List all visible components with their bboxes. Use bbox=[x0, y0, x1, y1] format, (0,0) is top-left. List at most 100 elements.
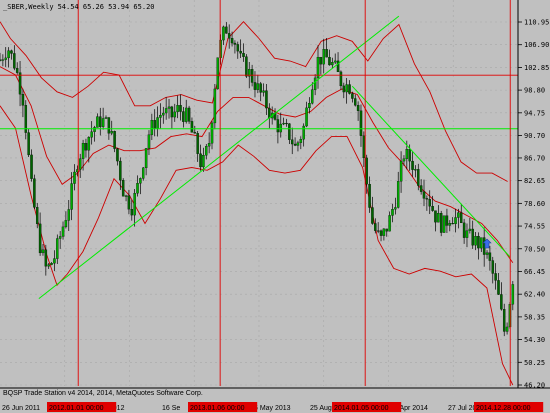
candle-body bbox=[394, 207, 397, 210]
candle-body bbox=[81, 143, 85, 159]
candle-body bbox=[64, 220, 68, 228]
candle-body bbox=[162, 112, 165, 116]
candle-body bbox=[250, 69, 254, 83]
candle-body bbox=[10, 50, 13, 54]
candle-body bbox=[205, 146, 208, 156]
symbol-label: _SBER,Weekly bbox=[3, 3, 54, 11]
candle-body bbox=[38, 223, 42, 254]
candle-body bbox=[468, 228, 472, 231]
candle-body bbox=[15, 68, 19, 73]
time-axis-ticks: 26 Jun 201127 May 201216 Se5 May 201325 … bbox=[2, 402, 544, 412]
candle-body bbox=[505, 326, 509, 332]
candle-body bbox=[333, 60, 337, 63]
candle-body bbox=[477, 236, 480, 249]
candle-body bbox=[70, 183, 73, 210]
candle-body bbox=[325, 49, 328, 58]
copyright-text: BQSP Trade Station v4 2014, 2014, MetaQu… bbox=[3, 390, 203, 397]
candle-body bbox=[305, 107, 308, 127]
candle-body bbox=[256, 83, 260, 90]
ohlc-values: 54.54 65.26 53.94 65.20 bbox=[58, 3, 155, 11]
time-marker-label: 2014.01.05 00:00 bbox=[332, 402, 402, 412]
candle-body bbox=[399, 160, 403, 182]
candle-body bbox=[93, 127, 96, 132]
candle-body bbox=[101, 118, 105, 127]
candle-body bbox=[216, 57, 219, 90]
price-tick-label: 82.65 bbox=[524, 177, 545, 185]
candle-body bbox=[345, 84, 348, 93]
candle-body bbox=[402, 158, 406, 162]
candle-body bbox=[388, 215, 391, 232]
candle-body bbox=[61, 226, 65, 237]
candle-body bbox=[33, 178, 36, 208]
candle-body bbox=[119, 160, 122, 181]
candle-body bbox=[474, 236, 477, 246]
candle-body bbox=[374, 223, 377, 231]
candle-body bbox=[428, 199, 431, 207]
candle-body bbox=[190, 121, 194, 133]
candle-body bbox=[90, 131, 93, 138]
candle-body bbox=[457, 212, 460, 218]
candle-body bbox=[445, 215, 449, 226]
candle-body bbox=[53, 258, 56, 264]
price-tick-label: 50.25 bbox=[524, 359, 545, 367]
candle-body bbox=[425, 198, 429, 200]
candle-body bbox=[187, 107, 191, 122]
candle-body bbox=[385, 228, 389, 232]
candle-body bbox=[391, 209, 394, 216]
candle-body bbox=[130, 209, 134, 216]
time-marker-text: 2014.12.28 00:00 bbox=[476, 405, 531, 412]
time-marker-text: 2013.01.06 00:00 bbox=[190, 405, 245, 412]
candle-body bbox=[288, 123, 291, 140]
candle-body bbox=[121, 180, 125, 197]
candle-body bbox=[58, 236, 62, 239]
candle-body bbox=[35, 207, 39, 225]
candle-body bbox=[96, 116, 99, 128]
candle-body bbox=[242, 53, 245, 57]
candle-body bbox=[442, 215, 446, 233]
candle-body bbox=[30, 154, 33, 179]
candle-body bbox=[202, 155, 205, 168]
candle-body bbox=[167, 106, 171, 109]
candle-body bbox=[362, 135, 366, 159]
time-marker-text: 2014.01.05 00:00 bbox=[334, 405, 389, 412]
price-chart[interactable]: 101.4691.9165.20 110.95106.90102.8598.80… bbox=[0, 0, 550, 413]
candle-body bbox=[460, 212, 463, 224]
time-marker-text: 2012.01.01 00:00 bbox=[49, 405, 104, 412]
candle-body bbox=[113, 131, 116, 149]
candle-body bbox=[411, 160, 414, 170]
candle-body bbox=[176, 105, 179, 113]
price-tick-label: 78.60 bbox=[524, 200, 545, 208]
candle-body bbox=[359, 110, 363, 136]
candle-body bbox=[1, 59, 5, 61]
candle-body bbox=[351, 93, 354, 99]
candle-body bbox=[353, 98, 357, 106]
candle-body bbox=[18, 72, 22, 95]
chart-header: _SBER,Weekly 54.54 65.26 53.94 65.20 bbox=[3, 3, 155, 11]
price-tick-label: 106.90 bbox=[524, 41, 549, 49]
chart-window[interactable]: 101.4691.9165.20 110.95106.90102.8598.80… bbox=[0, 0, 550, 413]
candle-body bbox=[27, 132, 30, 156]
candle-body bbox=[379, 230, 383, 236]
candle-body bbox=[230, 38, 234, 44]
candle-body bbox=[471, 228, 474, 246]
candle-body bbox=[371, 207, 374, 224]
time-marker-label: 2012.01.01 00:00 bbox=[47, 402, 117, 412]
plot-area[interactable] bbox=[0, 0, 518, 388]
candle-body bbox=[497, 280, 500, 295]
candle-body bbox=[156, 117, 159, 129]
candle-body bbox=[331, 62, 334, 66]
candle-body bbox=[448, 223, 452, 226]
candle-body bbox=[7, 50, 10, 59]
candle-body bbox=[265, 90, 268, 109]
candle-body bbox=[299, 139, 303, 143]
candle-body bbox=[336, 60, 340, 73]
candle-body bbox=[311, 89, 314, 104]
candle-body bbox=[44, 249, 48, 267]
candle-body bbox=[199, 153, 202, 168]
candle-body bbox=[348, 84, 351, 94]
candle-body bbox=[87, 137, 91, 151]
candle-body bbox=[67, 209, 71, 221]
candle-body bbox=[253, 82, 257, 90]
price-tick-label: 66.45 bbox=[524, 268, 545, 276]
candle-body bbox=[150, 120, 154, 135]
